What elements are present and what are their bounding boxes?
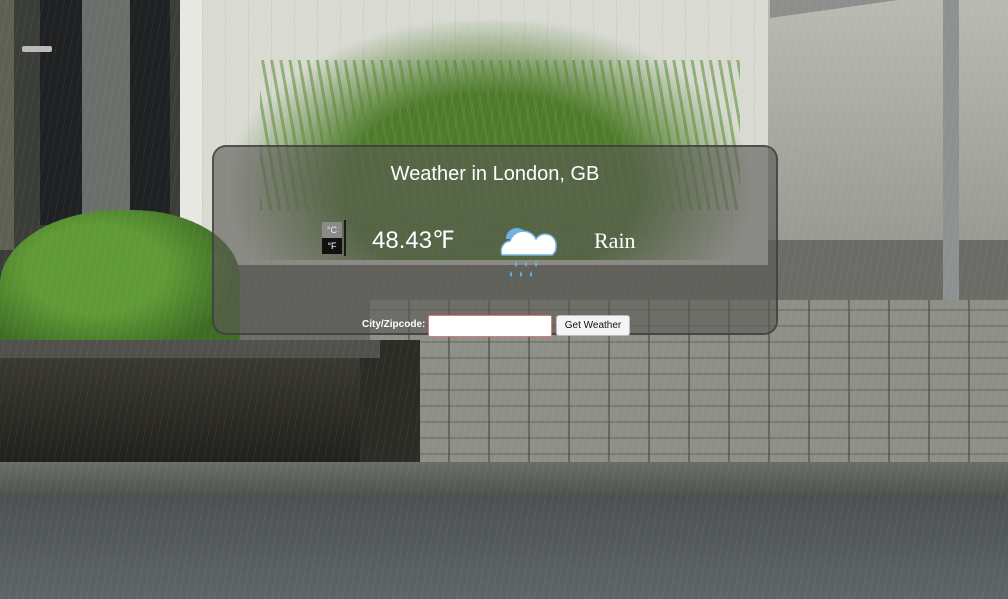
get-weather-button[interactable]: Get Weather — [556, 315, 630, 336]
unit-toggle[interactable]: °C °F — [322, 220, 346, 256]
rain-cloud-icon — [488, 211, 560, 283]
city-input[interactable] — [428, 315, 552, 337]
city-label: City/Zipcode: — [362, 319, 426, 330]
temperature-value: 48.43℉ — [372, 227, 455, 254]
weather-title: Weather in London, GB — [390, 163, 600, 185]
fahrenheit-option[interactable]: °F — [322, 238, 342, 254]
weather-panel: Weather in London, GB °C °F 48.43℉ Rain … — [212, 145, 778, 337]
celsius-option[interactable]: °C — [322, 222, 342, 238]
weather-condition: Rain — [594, 228, 636, 253]
